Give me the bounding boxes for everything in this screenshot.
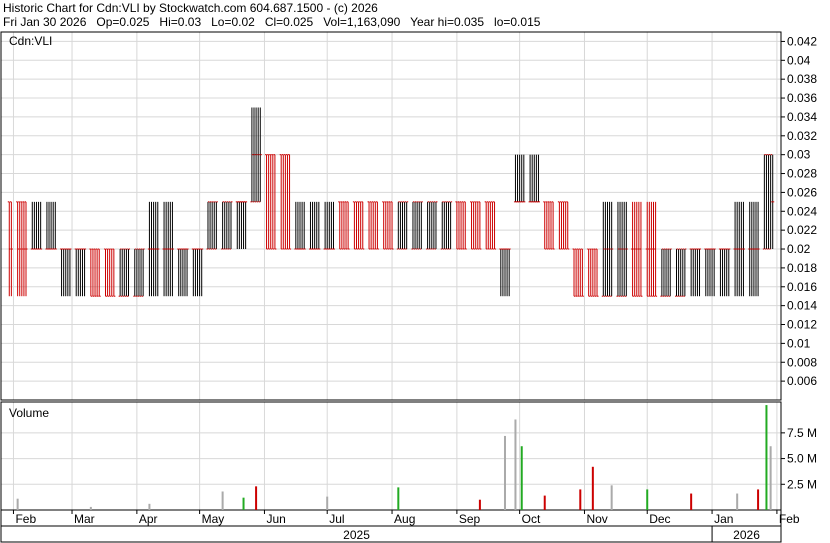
- volume-bar: [503, 435, 506, 510]
- volume-tick-label: 7.5 M: [787, 426, 817, 440]
- volume-bar: [646, 489, 649, 510]
- price-tick-label: 0.016: [787, 280, 817, 294]
- year-label: 2026: [733, 528, 760, 542]
- price-panel-frame: [0, 31, 782, 401]
- price-tick-label: 0.008: [787, 355, 817, 369]
- price-tick-label: 0.006: [787, 374, 817, 388]
- month-label: Feb: [15, 512, 36, 526]
- volume-bar: [765, 405, 768, 510]
- volume-bar: [397, 487, 400, 510]
- month-label: Jun: [266, 512, 285, 526]
- volume-y-axis: 7.5 M 5.0 M 2.5 M: [781, 426, 817, 491]
- price-tick-label: 0.036: [787, 91, 817, 105]
- volume-tick-label: 5.0 M: [787, 452, 817, 466]
- volume-bar: [326, 496, 329, 510]
- price-tick-label: 0.038: [787, 72, 817, 86]
- month-label: Jan: [714, 512, 733, 526]
- volume-bar: [610, 485, 613, 510]
- month-label: Oct: [522, 512, 541, 526]
- month-label: Mar: [74, 512, 95, 526]
- month-label: Apr: [139, 512, 158, 526]
- price-tick-label: 0.018: [787, 261, 817, 275]
- year-axis-frame: [0, 525, 782, 543]
- price-tick-label: 0.03: [787, 148, 811, 162]
- volume-bar: [520, 446, 523, 510]
- price-tick-label: 0.042: [787, 34, 817, 48]
- price-tick-label: 0.04: [787, 53, 811, 67]
- volume-bar: [579, 489, 582, 510]
- volume-bar: [769, 446, 772, 510]
- volume-bar: [736, 493, 739, 510]
- volume-bar: [543, 495, 546, 510]
- stock-chart: 0.042 0.04 0.038 0.036 0.034 0.032 0.03 0.028 0.…: [0, 31, 817, 543]
- volume-bar: [221, 491, 224, 510]
- price-tick-label: 0.012: [787, 318, 817, 332]
- month-label: Jul: [329, 512, 344, 526]
- price-tick-label: 0.022: [787, 223, 817, 237]
- price-tick-label: 0.028: [787, 167, 817, 181]
- month-label: Aug: [394, 512, 415, 526]
- price-tick-label: 0.01: [787, 336, 811, 350]
- price-tick-label: 0.02: [787, 242, 811, 256]
- volume-bar: [89, 506, 92, 510]
- volume-bar: [148, 503, 151, 510]
- volume-bar: [242, 497, 245, 510]
- month-label: Nov: [586, 512, 607, 526]
- volume-bars: [16, 405, 772, 510]
- price-tick-label: 0.032: [787, 129, 817, 143]
- price-tick-label: 0.014: [787, 299, 817, 313]
- volume-bar: [690, 493, 693, 510]
- volume-bar: [591, 466, 594, 510]
- volume-tick-label: 2.5 M: [787, 477, 817, 491]
- volume-bar: [514, 419, 517, 510]
- price-panel-title: Cdn:VLI: [9, 34, 52, 48]
- price-tick-label: 0.034: [787, 110, 817, 124]
- volume-panel-title: Volume: [9, 406, 49, 420]
- volume-bar: [478, 499, 481, 510]
- volume-grid: [1, 402, 781, 510]
- price-tick-label: 0.026: [787, 185, 817, 199]
- month-label: May: [202, 512, 225, 526]
- month-label: Dec: [649, 512, 670, 526]
- price-grid: [1, 32, 781, 400]
- volume-bar: [16, 498, 19, 510]
- year-label: 2025: [343, 528, 370, 542]
- volume-bar: [757, 489, 760, 510]
- month-label: Sep: [459, 512, 481, 526]
- price-y-axis: 0.042 0.04 0.038 0.036 0.034 0.032 0.03 0.028 0.…: [781, 34, 817, 388]
- month-label: Feb: [779, 512, 800, 526]
- volume-bar: [255, 486, 258, 510]
- volume-panel-frame: [0, 401, 782, 511]
- price-tick-label: 0.024: [787, 204, 817, 218]
